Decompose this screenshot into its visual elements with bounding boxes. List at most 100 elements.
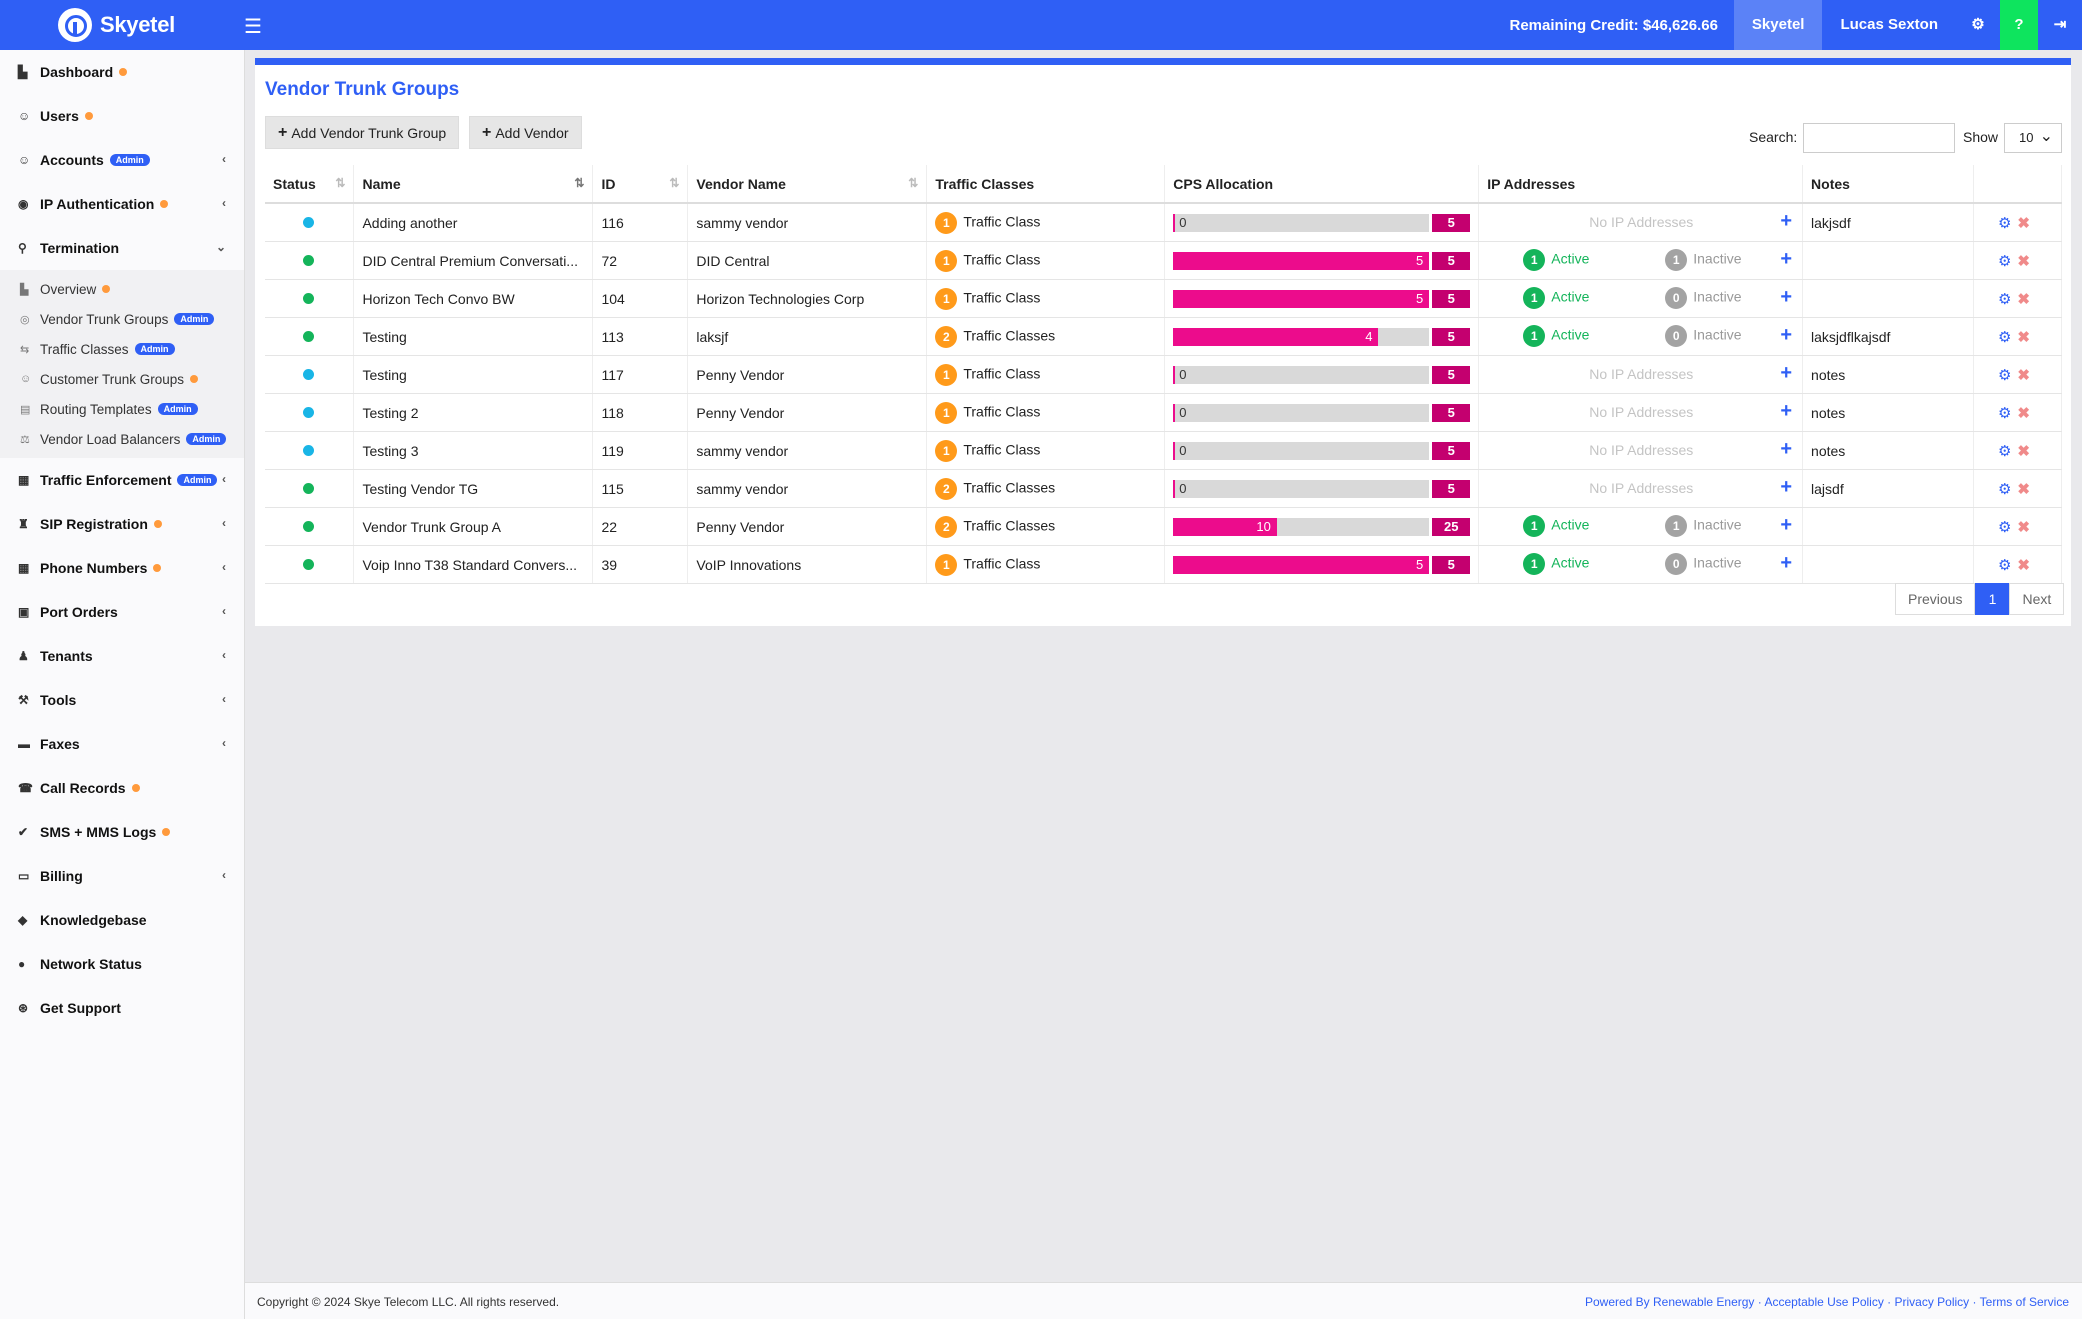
terms-of-service-link[interactable]: Terms of Service	[1980, 1295, 2069, 1309]
sidebar-item-call-records[interactable]: ☎ Call Records	[0, 766, 244, 810]
subnav-item-routing-templates[interactable]: ▤ Routing Templates Admin	[0, 394, 244, 424]
ip-inactive-count[interactable]: 0 Inactive	[1665, 287, 1742, 309]
subnav-item-overview[interactable]: ▙ Overview	[0, 274, 244, 304]
delete-icon[interactable]: ✖	[2017, 253, 2030, 270]
name-cell[interactable]: Testing	[353, 355, 594, 394]
add-ip-icon[interactable]: +	[1780, 362, 1792, 385]
sidebar-item-billing[interactable]: ▭ Billing ‹	[0, 854, 244, 898]
name-cell[interactable]: Voip Inno T38 Standard Convers...	[353, 545, 594, 584]
ip-active-count[interactable]: 1 Active	[1523, 553, 1589, 575]
sidebar-item-tenants[interactable]: ♟ Tenants ‹	[0, 634, 244, 678]
table-row[interactable]: Testing 117 Penny Vendor 1 Traffic Class …	[265, 355, 2063, 394]
vendor-name-cell[interactable]: laksjf	[687, 317, 928, 356]
add-ip-icon[interactable]: +	[1780, 514, 1792, 537]
sidebar-item-accounts[interactable]: ☺ Accounts Admin ‹	[0, 138, 244, 182]
page-1-button[interactable]: 1	[1975, 583, 2010, 615]
sidebar-item-users[interactable]: ☺ Users	[0, 94, 244, 138]
previous-page-button[interactable]: Previous	[1895, 583, 1976, 615]
settings-icon[interactable]: ⚙	[1998, 481, 2011, 498]
logout-icon[interactable]: ⇥	[2038, 0, 2082, 50]
add-ip-icon[interactable]: +	[1780, 552, 1792, 575]
settings-icon[interactable]: ⚙	[1998, 367, 2011, 384]
name-cell[interactable]: DID Central Premium Conversati...	[353, 241, 594, 280]
privacy-policy-link[interactable]: Privacy Policy	[1895, 1295, 1970, 1309]
name-cell[interactable]: Testing	[353, 317, 594, 356]
delete-icon[interactable]: ✖	[2017, 215, 2030, 232]
ip-active-count[interactable]: 1 Active	[1523, 325, 1589, 347]
chevron-icon[interactable]: ‹	[222, 692, 226, 706]
sidebar-item-get-support[interactable]: ⊛ Get Support	[0, 986, 244, 1030]
vendor-name-cell[interactable]: Penny Vendor	[687, 355, 928, 394]
brand[interactable]: Skyetel	[58, 8, 175, 42]
vendor-name-cell[interactable]: Penny Vendor	[687, 393, 928, 432]
chevron-icon[interactable]: ‹	[222, 516, 226, 530]
vendor-name-cell[interactable]: DID Central	[687, 241, 928, 280]
delete-icon[interactable]: ✖	[2017, 405, 2030, 422]
settings-icon[interactable]: ⚙	[1998, 253, 2011, 270]
subnav-item-traffic-classes[interactable]: ⇆ Traffic Classes Admin	[0, 334, 244, 364]
sidebar-item-port-orders[interactable]: ▣ Port Orders ‹	[0, 590, 244, 634]
settings-icon[interactable]: ⚙	[1956, 0, 2000, 50]
delete-icon[interactable]: ✖	[2017, 557, 2030, 574]
vendor-name-cell[interactable]: sammy vendor	[687, 431, 928, 470]
traffic-classes-cell[interactable]: 1 Traffic Class	[926, 241, 1166, 280]
subnav-item-vendor-load-balancers[interactable]: ⚖ Vendor Load Balancers Admin	[0, 424, 244, 454]
subnav-item-customer-trunk-groups[interactable]: ☺ Customer Trunk Groups	[0, 364, 244, 394]
column-header-name[interactable]: Name ⇅	[353, 165, 594, 204]
sidebar-item-sms-mms-logs[interactable]: ✔ SMS + MMS Logs	[0, 810, 244, 854]
traffic-classes-cell[interactable]: 1 Traffic Class	[926, 545, 1166, 584]
sidebar-item-termination[interactable]: ⚲ Termination ⌄	[0, 226, 244, 270]
chevron-icon[interactable]: ‹	[222, 152, 226, 166]
vendor-name-cell[interactable]: Penny Vendor	[687, 507, 928, 546]
traffic-classes-cell[interactable]: 1 Traffic Class	[926, 431, 1166, 470]
chevron-icon[interactable]: ‹	[222, 648, 226, 662]
settings-icon[interactable]: ⚙	[1998, 557, 2011, 574]
help-icon[interactable]: ?	[2000, 0, 2038, 50]
chevron-icon[interactable]: ⌄	[216, 240, 226, 254]
table-row[interactable]: Horizon Tech Convo BW 104 Horizon Techno…	[265, 279, 2063, 318]
subnav-item-vendor-trunk-groups[interactable]: ◎ Vendor Trunk Groups Admin	[0, 304, 244, 334]
vendor-name-cell[interactable]: Horizon Technologies Corp	[687, 279, 928, 318]
traffic-classes-cell[interactable]: 1 Traffic Class	[926, 279, 1166, 318]
table-row[interactable]: Voip Inno T38 Standard Convers... 39 VoI…	[265, 545, 2063, 584]
sidebar-item-ip-authentication[interactable]: ◉ IP Authentication ‹	[0, 182, 244, 226]
renewable-energy-link[interactable]: Powered By Renewable Energy	[1585, 1295, 1754, 1309]
column-header-vendor-name[interactable]: Vendor Name ⇅	[687, 165, 928, 204]
page-size-select[interactable]: 10	[2004, 123, 2062, 153]
add-ip-icon[interactable]: +	[1780, 324, 1792, 347]
account-switcher[interactable]: Skyetel	[1733, 0, 1823, 50]
ip-inactive-count[interactable]: 1 Inactive	[1665, 249, 1742, 271]
settings-icon[interactable]: ⚙	[1998, 519, 2011, 536]
ip-active-count[interactable]: 1 Active	[1523, 287, 1589, 309]
sidebar-item-sip-registration[interactable]: ♜ SIP Registration ‹	[0, 502, 244, 546]
sidebar-item-knowledgebase[interactable]: ◆ Knowledgebase	[0, 898, 244, 942]
table-row[interactable]: Testing 2 118 Penny Vendor 1 Traffic Clas…	[265, 393, 2063, 432]
ip-inactive-count[interactable]: 1 Inactive	[1665, 515, 1742, 537]
table-row[interactable]: Testing 113 laksjf 2 Traffic Classes 45 1…	[265, 317, 2063, 356]
add-ip-icon[interactable]: +	[1780, 476, 1792, 499]
settings-icon[interactable]: ⚙	[1998, 405, 2011, 422]
table-row[interactable]: Testing 3 119 sammy vendor 1 Traffic Clas…	[265, 431, 2063, 470]
name-cell[interactable]: Testing 2	[353, 393, 594, 432]
vendor-name-cell[interactable]: sammy vendor	[687, 469, 928, 508]
chevron-icon[interactable]: ‹	[222, 736, 226, 750]
delete-icon[interactable]: ✖	[2017, 367, 2030, 384]
traffic-classes-cell[interactable]: 1 Traffic Class	[926, 393, 1166, 432]
search-input[interactable]	[1803, 123, 1955, 153]
settings-icon[interactable]: ⚙	[1998, 215, 2011, 232]
table-row[interactable]: Adding another 116 sammy vendor 1 Traffic…	[265, 203, 2063, 242]
table-row[interactable]: Vendor Trunk Group A 22 Penny Vendor 2 Tr…	[265, 507, 2063, 546]
ip-active-count[interactable]: 1 Active	[1523, 515, 1589, 537]
add-ip-icon[interactable]: +	[1780, 438, 1792, 461]
ip-active-count[interactable]: 1 Active	[1523, 249, 1589, 271]
column-header-status[interactable]: Status ⇅	[265, 165, 355, 204]
traffic-classes-cell[interactable]: 1 Traffic Class	[926, 203, 1166, 242]
ip-inactive-count[interactable]: 0 Inactive	[1665, 325, 1742, 347]
name-cell[interactable]: Adding another	[353, 203, 594, 242]
chevron-icon[interactable]: ‹	[222, 196, 226, 210]
add-ip-icon[interactable]: +	[1780, 248, 1792, 271]
delete-icon[interactable]: ✖	[2017, 481, 2030, 498]
column-header-id[interactable]: ID ⇅	[592, 165, 689, 204]
settings-icon[interactable]: ⚙	[1998, 443, 2011, 460]
hamburger-menu-icon[interactable]: ☰	[244, 14, 262, 39]
